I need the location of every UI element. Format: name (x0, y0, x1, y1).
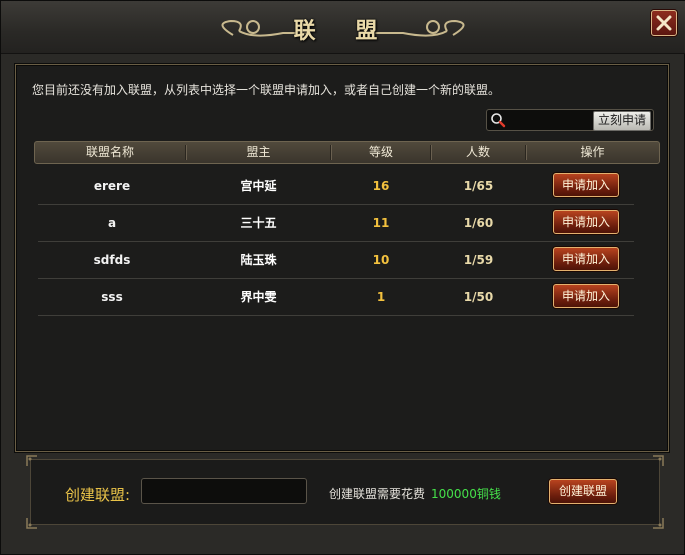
alliance-leader: 界中雯 (240, 290, 277, 304)
table-row: erere 宫中延 16 1/65 申请加入 (38, 168, 634, 205)
create-alliance-panel: 创建联盟: 创建联盟需要花费 100000铜钱 创建联盟 (26, 455, 664, 529)
alliance-leader: 陆玉珠 (240, 253, 277, 267)
search-input[interactable] (509, 111, 593, 129)
alliance-members: 1/50 (463, 290, 494, 304)
alliance-members: 1/59 (463, 253, 494, 267)
corner-ornament (653, 455, 664, 466)
table-row: sss 界中雯 1 1/50 申请加入 (38, 279, 634, 316)
header-leader: 盟主 (246, 145, 271, 159)
alliance-leader: 三十五 (240, 216, 277, 230)
apply-join-button[interactable]: 申请加入 (553, 173, 619, 197)
alliance-name-input[interactable] (141, 478, 307, 504)
window-title: 联 盟 (293, 18, 394, 44)
alliance-level: 10 (372, 253, 390, 267)
table-row: a 三十五 11 1/60 申请加入 (38, 205, 634, 242)
cost-amount: 100000铜钱 (431, 487, 501, 501)
apply-join-button[interactable]: 申请加入 (553, 284, 619, 308)
alliance-name: sdfds (93, 253, 131, 267)
title-bar: 联 盟 (1, 1, 685, 54)
intro-text: 您目前还没有加入联盟，从列表中选择一个联盟申请加入，或者自己创建一个新的联盟。 (32, 83, 501, 97)
alliance-leader: 宫中延 (240, 179, 277, 193)
alliance-name: sss (101, 290, 123, 304)
table-header: 联盟名称 盟主 等级 人数 操作 (34, 141, 660, 164)
alliance-window: 联 盟 您目前还没有加入联盟，从列表中选择一个联盟申请加入，或者自己创建一个新的… (0, 0, 685, 555)
corner-ornament (653, 518, 664, 529)
table-row: sdfds 陆玉珠 10 1/59 申请加入 (38, 242, 634, 279)
search-box: 立刻申请 (486, 109, 654, 131)
corner-ornament (26, 518, 37, 529)
header-action: 操作 (580, 145, 605, 159)
alliance-members: 1/60 (463, 216, 494, 230)
alliance-level: 1 (376, 290, 386, 304)
close-icon (656, 15, 672, 31)
apply-join-button[interactable]: 申请加入 (553, 210, 619, 234)
alliance-list-panel: 您目前还没有加入联盟，从列表中选择一个联盟申请加入，或者自己创建一个新的联盟。 … (15, 64, 669, 452)
create-alliance-button[interactable]: 创建联盟 (549, 479, 617, 504)
close-button[interactable] (651, 10, 677, 36)
search-icon (491, 113, 506, 128)
header-alliance-name: 联盟名称 (85, 145, 134, 159)
alliance-name: erere (93, 179, 131, 193)
apply-join-button[interactable]: 申请加入 (553, 247, 619, 271)
header-level: 等级 (368, 145, 393, 159)
create-alliance-label: 创建联盟: (65, 486, 131, 504)
alliance-level: 11 (372, 216, 390, 230)
alliance-level: 16 (372, 179, 390, 193)
corner-ornament (26, 455, 37, 466)
header-members: 人数 (465, 145, 490, 159)
alliance-members: 1/65 (463, 179, 494, 193)
apply-now-button[interactable]: 立刻申请 (592, 111, 651, 131)
cost-label: 创建联盟需要花费 (329, 487, 426, 501)
cost-text: 创建联盟需要花费 100000铜钱 (329, 485, 501, 502)
alliance-name: a (107, 216, 117, 230)
